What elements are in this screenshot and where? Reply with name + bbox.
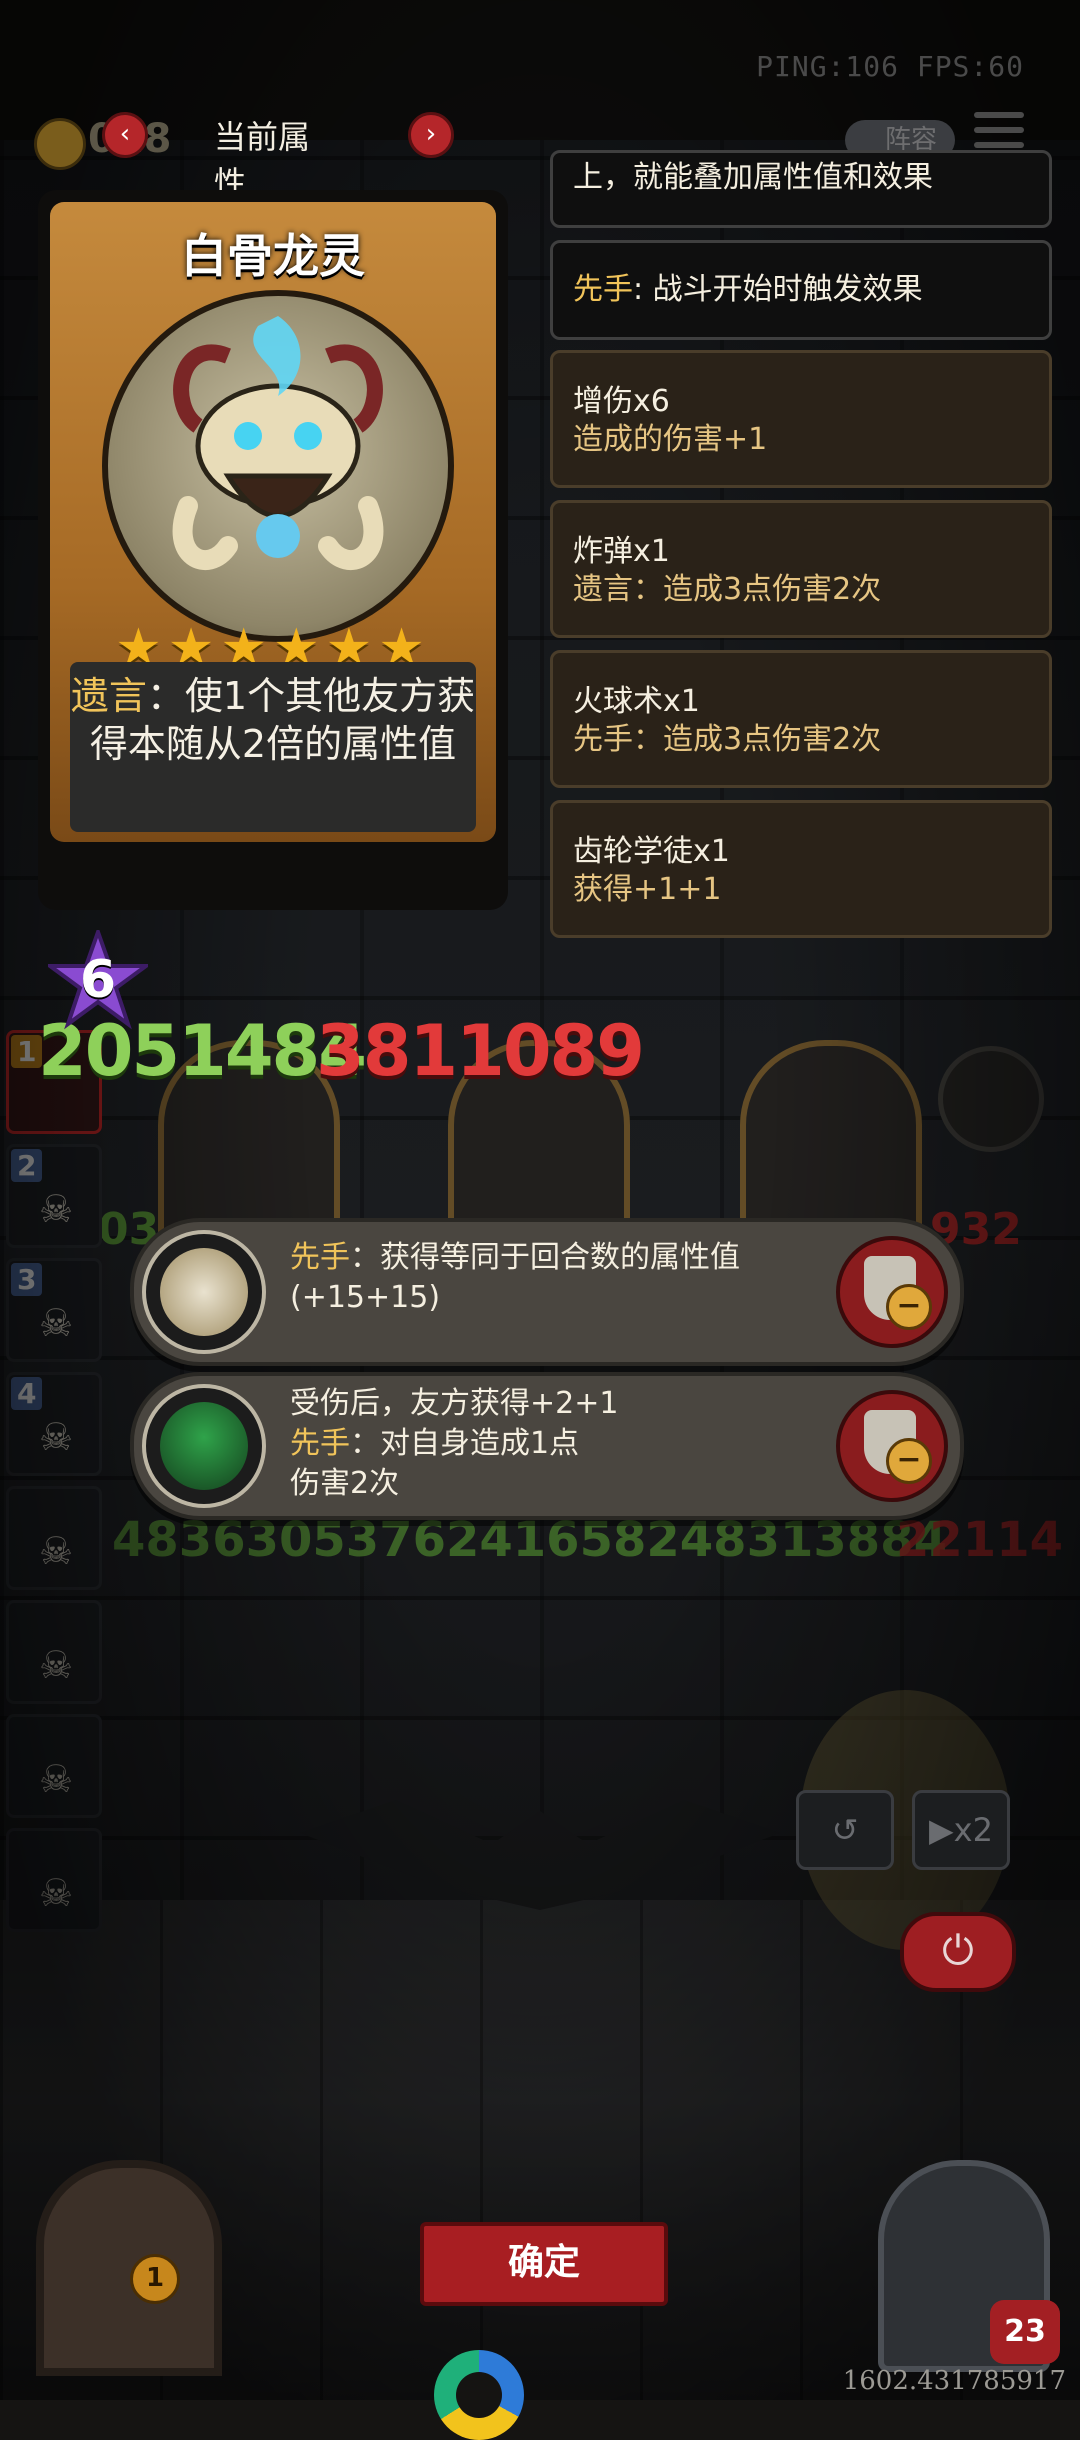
confirm-button[interactable]: 确定: [420, 2222, 668, 2306]
ability-text: 受伤后，友方获得+2+1 先手：对自身造成1点 伤害2次: [290, 1384, 850, 1504]
unit-name: 白骨龙灵: [181, 229, 365, 283]
minus-icon: −: [886, 1438, 932, 1484]
speed-toggle-button[interactable]: ▶x2: [912, 1790, 1010, 1870]
remove-shield-button[interactable]: −: [836, 1236, 948, 1348]
dungeon-door[interactable]: [36, 2160, 222, 2376]
effect-name: 齿轮学徒x1: [573, 834, 730, 869]
ability-text-detail: 伤害2次: [290, 1466, 400, 1501]
prev-arrow-button[interactable]: ‹: [102, 112, 148, 158]
minus-icon: −: [886, 1284, 932, 1330]
card-frame: 白骨龙灵 ★★★★★★ 遗言：使1个其他友方获得本随从2倍的属性值: [50, 202, 496, 842]
ability-text-detail: (+15+15): [290, 1280, 441, 1315]
effect-item: 上，就能叠加属性值和效果: [550, 150, 1052, 228]
ability-text-main: ：获得等同于回合数的属性值: [350, 1240, 740, 1275]
next-arrow-button[interactable]: ›: [408, 112, 454, 158]
undo-button[interactable]: ↺: [796, 1790, 894, 1870]
effect-item: 齿轮学徒x1 获得+1+1: [550, 800, 1052, 938]
app-logo-icon: [434, 2350, 524, 2440]
hero-health-badge: 23: [990, 2300, 1060, 2364]
ability-popup[interactable]: 先手：获得等同于回合数的属性值 (+15+15) −: [130, 1218, 964, 1366]
door-badge: 1: [130, 2254, 180, 2304]
ping-fps-readout: PING:106 FPS:60: [756, 50, 1024, 83]
effect-text: : 战斗开始时触发效果: [633, 272, 923, 307]
effect-item: 火球术x1 先手：造成3点伤害2次: [550, 650, 1052, 788]
effect-name: 炸弹x1: [573, 534, 670, 569]
unit-description-text: ：使1个其他友方获得本随从2倍的属性值: [89, 674, 476, 766]
effect-detail: 获得+1+1: [573, 872, 722, 907]
hourglass-icon: [142, 1230, 266, 1354]
bone-dragon-icon: [172, 316, 384, 571]
effect-text: 上，就能叠加属性值和效果: [573, 160, 933, 195]
unit-health: 3811089: [316, 1010, 645, 1092]
ability-text: 先手：获得等同于回合数的属性值 (+15+15): [290, 1238, 850, 1318]
ability-text-main: ：对自身造成1点: [350, 1426, 580, 1461]
power-button[interactable]: ⏻: [900, 1912, 1016, 1992]
effect-name: 增伤x6: [573, 384, 670, 419]
green-cloak-icon: [142, 1384, 266, 1508]
effect-detail: 遗言：造成3点伤害2次: [573, 572, 882, 607]
effect-detail: 造成的伤害+1: [573, 422, 768, 457]
start-of-combat-keyword: 先手: [290, 1426, 350, 1461]
crown-icon: [34, 118, 86, 170]
effect-item: 增伤x6 造成的伤害+1: [550, 350, 1052, 488]
start-of-combat-keyword: 先手: [290, 1240, 350, 1275]
unit-card: 白骨龙灵 ★★★★★★ 遗言：使1个其他友方获得本随从2倍的属性值 205148…: [38, 190, 645, 1092]
deathrattle-keyword: 遗言: [70, 674, 147, 718]
tier-badge: 6: [43, 925, 153, 1030]
remove-shield-button[interactable]: −: [836, 1390, 948, 1502]
debug-coordinates: 1602.431785917: [842, 2366, 1066, 2396]
effect-detail: 先手：造成3点伤害2次: [573, 722, 882, 757]
unit-description: 遗言：使1个其他友方获得本随从2倍的属性值: [70, 662, 476, 832]
effect-item: 先手: 战斗开始时触发效果: [550, 240, 1052, 340]
ability-popup[interactable]: 受伤后，友方获得+2+1 先手：对自身造成1点 伤害2次 −: [130, 1372, 964, 1520]
tier-number: 6: [79, 950, 117, 1010]
ability-text-line: 受伤后，友方获得+2+1: [290, 1386, 619, 1421]
effect-item: 炸弹x1 遗言：造成3点伤害2次: [550, 500, 1052, 638]
effect-name: 火球术x1: [573, 684, 700, 719]
effect-keyword: 先手: [573, 272, 633, 307]
unit-portrait: [102, 290, 454, 642]
